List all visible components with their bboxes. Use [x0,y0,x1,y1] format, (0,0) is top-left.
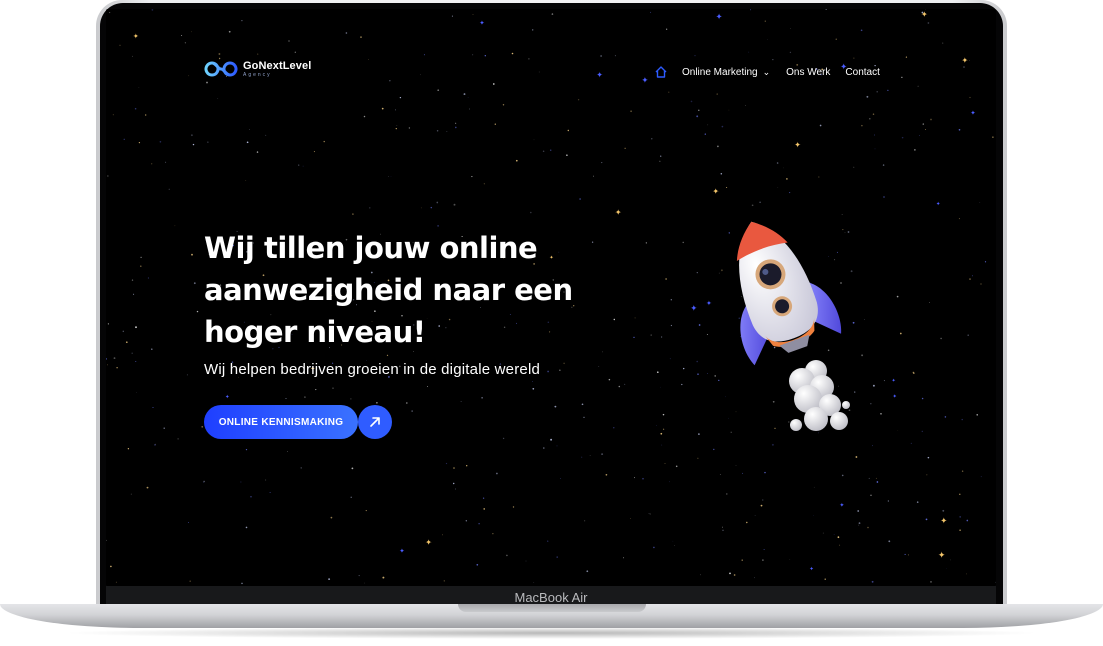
svg-text:✦: ✦ [706,299,712,307]
svg-text:✦: ✦ [970,109,976,117]
svg-text:✦: ✦ [962,56,969,65]
svg-text:✦: ✦ [940,515,947,525]
svg-text:✦: ✦ [936,202,941,208]
svg-text:✦: ✦ [794,140,801,149]
logo-subtitle: Agency [243,71,272,78]
hero-title-line: Wij tillen jouw online [204,231,538,265]
main-navigation: Online Marketing ⌄ Ons Werk Contact [654,65,880,79]
svg-text:✦: ✦ [839,502,844,509]
hero-title: Wij tillen jouw online aanwezigheid naar… [204,227,573,353]
svg-text:✦: ✦ [425,538,432,547]
svg-text:✦: ✦ [399,548,404,555]
laptop-shadow [60,627,1043,639]
rocket-illustration [736,221,850,431]
logo-name: GoNextLevel [243,59,312,72]
svg-text:✦: ✦ [809,567,813,573]
online-kennismaking-button[interactable]: ONLINE KENNISMAKING [204,405,358,439]
svg-text:✦: ✦ [892,393,897,400]
website-screen: ✦ ✦ ✦ ✦ ✦ ✦ ✦ ✦ ✦ ✦ ✦ ✦ ✦ ✦ ✦ ✦ ✦ ✦ ✦ ✦ ✦ ✦ ✦ ✦ ✦ ✦ GoNextLevel A… [106,9,996,586]
svg-text:✦: ✦ [712,187,719,196]
svg-text:✦: ✦ [479,19,485,27]
svg-text:✦: ✦ [596,70,603,79]
nav-item-ons-werk[interactable]: Ons Werk [786,67,830,78]
svg-text:✦: ✦ [225,395,229,401]
home-icon[interactable] [654,65,668,79]
svg-text:✦: ✦ [615,208,622,217]
svg-text:✦: ✦ [690,303,698,313]
nav-item-online-marketing[interactable]: Online Marketing [682,67,758,78]
svg-text:✦: ✦ [133,33,139,41]
hero-subtitle: Wij helpen bedrijven groeien in de digit… [204,361,541,378]
svg-text:✦: ✦ [921,10,928,19]
svg-text:✦: ✦ [892,378,896,384]
hero-title-line: aanwezigheid naar een [204,273,573,307]
hero-title-line: hoger niveau! [204,315,426,349]
svg-text:✦: ✦ [641,75,649,85]
svg-text:✦: ✦ [938,550,946,560]
nav-item-contact[interactable]: Contact [845,67,879,78]
site-logo[interactable]: GoNextLevel Agency [203,60,311,78]
chevron-down-icon[interactable]: ⌄ [763,67,771,78]
arrow-up-right-icon[interactable] [358,405,392,439]
infinity-logo-icon [204,61,238,77]
svg-text:✦: ✦ [716,11,723,21]
laptop-notch [458,604,646,612]
